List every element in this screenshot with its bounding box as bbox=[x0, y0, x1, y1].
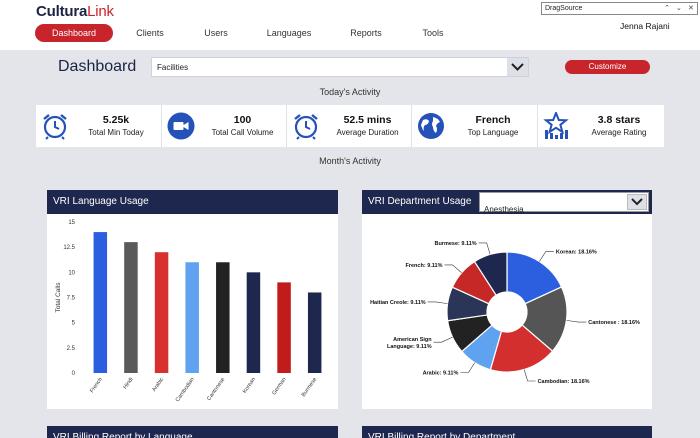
x-tick-label: Cantonese bbox=[206, 377, 226, 402]
bar bbox=[124, 242, 138, 373]
y-tick-label: 2.5 bbox=[67, 346, 76, 352]
slice-label: Cantonese : 18.16% bbox=[588, 320, 640, 326]
app-logo[interactable]: CulturaLink bbox=[36, 3, 114, 20]
billing-by-language-card: VRI Billing Report by Language bbox=[47, 426, 338, 438]
stat-total-min: 5.25k Total Min Today bbox=[36, 105, 162, 147]
nav-reports[interactable]: Reports bbox=[341, 24, 391, 42]
y-tick-label: 10 bbox=[68, 270, 75, 276]
leader-line bbox=[427, 301, 448, 304]
page-title: Dashboard bbox=[58, 58, 137, 75]
stat-label: Total Min Today bbox=[88, 128, 144, 137]
y-tick-label: 15 bbox=[68, 220, 75, 226]
card-title: VRI Language Usage bbox=[47, 190, 338, 214]
chevron-down-icon[interactable] bbox=[507, 58, 528, 76]
x-tick-label: French bbox=[89, 377, 104, 394]
stat-top-language: French Top Language bbox=[412, 105, 538, 147]
months-activity-heading: Month's Activity bbox=[319, 156, 381, 166]
stat-avg-duration: 52.5 mins Average Duration bbox=[287, 105, 412, 147]
y-tick-label: 12.5 bbox=[63, 245, 75, 251]
logo-text-main: Cultura bbox=[36, 3, 88, 20]
nav-languages[interactable]: Languages bbox=[260, 24, 318, 42]
slice-label: Burmese: 9.11% bbox=[434, 241, 476, 247]
leader-line bbox=[433, 336, 453, 343]
y-tick-label: 5 bbox=[72, 321, 76, 327]
x-tick-label: German bbox=[271, 377, 287, 397]
nav-clients[interactable]: Clients bbox=[125, 24, 175, 42]
find-bar[interactable]: DragSource ⌃ ⌄ ✕ bbox=[541, 2, 698, 15]
leader-line bbox=[478, 242, 491, 255]
x-tick-label: Korean bbox=[242, 377, 257, 395]
y-tick-label: 0 bbox=[72, 371, 76, 377]
bar bbox=[216, 262, 230, 373]
stat-call-volume: 100 Total Call Volume bbox=[162, 105, 287, 147]
x-tick-label: Arabic bbox=[151, 377, 165, 393]
bar bbox=[185, 262, 199, 373]
leader-line bbox=[566, 320, 587, 323]
globe-icon bbox=[418, 113, 444, 139]
leader-line bbox=[539, 251, 554, 262]
stat-value: 5.25k bbox=[102, 114, 130, 126]
vri-language-usage-card: VRI Language Usage 0 2.5 5 7.5 10 12.5 15 Total… bbox=[47, 190, 338, 409]
alarm-clock-icon bbox=[294, 114, 318, 140]
slice-label: Korean: 18.16% bbox=[556, 249, 597, 255]
department-donut-chart: Korean: 18.16% Cantonese : 18.16% Cambodia… bbox=[370, 241, 640, 385]
bar bbox=[154, 252, 169, 373]
chevron-up-icon[interactable]: ⌃ bbox=[664, 3, 670, 14]
slice-label: Haitian Creole: 9.11% bbox=[370, 300, 426, 306]
star-rating-icon bbox=[543, 112, 569, 139]
card-header: VRI Department Usage Anesthesia bbox=[362, 190, 652, 214]
slice-label: Cambodian: 18.16% bbox=[538, 379, 590, 385]
alarm-clock-icon bbox=[43, 114, 67, 140]
leader-line bbox=[523, 369, 536, 382]
bar bbox=[307, 292, 322, 373]
stat-value: 3.8 stars bbox=[597, 114, 641, 126]
card-title: VRI Billing Report by Department bbox=[362, 426, 652, 438]
stat-label: Top Language bbox=[467, 128, 519, 137]
facility-select-value: Facilities bbox=[157, 63, 189, 72]
department-select[interactable]: Anesthesia bbox=[479, 192, 649, 214]
x-tick-label: Hindi bbox=[122, 377, 134, 391]
stats-bar: 5.25k Total Min Today 100 Total Call Vol… bbox=[36, 105, 664, 147]
stat-label: Average Duration bbox=[336, 128, 399, 137]
leader-line bbox=[460, 362, 476, 374]
todays-activity-heading: Today's Activity bbox=[319, 87, 381, 97]
stat-avg-rating: 3.8 stars Average Rating bbox=[538, 105, 664, 147]
slice-label: American Sign Language: 9.11% bbox=[387, 337, 432, 350]
chevron-down-icon[interactable]: ⌄ bbox=[676, 3, 682, 14]
vri-department-usage-card: VRI Department Usage Anesthesia Korean: … bbox=[362, 190, 652, 409]
slice-label: French: 9.11% bbox=[406, 263, 443, 269]
stat-value: 100 bbox=[233, 114, 252, 126]
nav-tools[interactable]: Tools bbox=[413, 24, 453, 42]
bar bbox=[246, 272, 261, 373]
leader-line bbox=[444, 264, 462, 274]
y-axis-label: Total Calls bbox=[55, 282, 62, 313]
logo-text-accent: Link bbox=[87, 3, 114, 20]
billing-by-department-card: VRI Billing Report by Department bbox=[362, 426, 652, 438]
user-name[interactable]: Jenna Rajani bbox=[620, 21, 670, 31]
top-bar: CulturaLink Dashboard Clients Users Lang… bbox=[0, 0, 700, 50]
y-tick-label: 7.5 bbox=[67, 296, 76, 302]
stat-label: Average Rating bbox=[591, 128, 647, 137]
x-tick-label: Cambodian bbox=[175, 377, 196, 403]
chevron-down-icon[interactable] bbox=[627, 194, 647, 210]
facility-select[interactable]: Facilities bbox=[151, 57, 529, 77]
bar bbox=[277, 282, 291, 373]
stat-value: 52.5 mins bbox=[343, 114, 392, 126]
stat-value: French bbox=[475, 114, 511, 126]
nav-dashboard[interactable]: Dashboard bbox=[35, 24, 113, 42]
card-title: VRI Department Usage bbox=[368, 196, 472, 207]
card-title: VRI Billing Report by Language bbox=[47, 426, 338, 438]
slice-label: Arabic: 9.11% bbox=[423, 371, 459, 377]
nav-users[interactable]: Users bbox=[195, 24, 237, 42]
video-camera-icon bbox=[167, 112, 195, 140]
language-bar-chart: 0 2.5 5 7.5 10 12.5 15 Total Calls French Hindi Ar… bbox=[55, 220, 322, 403]
close-icon[interactable]: ✕ bbox=[688, 3, 694, 14]
stat-label: Total Call Volume bbox=[211, 128, 274, 137]
bar bbox=[93, 232, 108, 373]
customize-button[interactable]: Customize bbox=[565, 60, 650, 74]
find-input[interactable]: DragSource bbox=[545, 5, 582, 12]
x-tick-label: Burmese bbox=[301, 377, 319, 398]
